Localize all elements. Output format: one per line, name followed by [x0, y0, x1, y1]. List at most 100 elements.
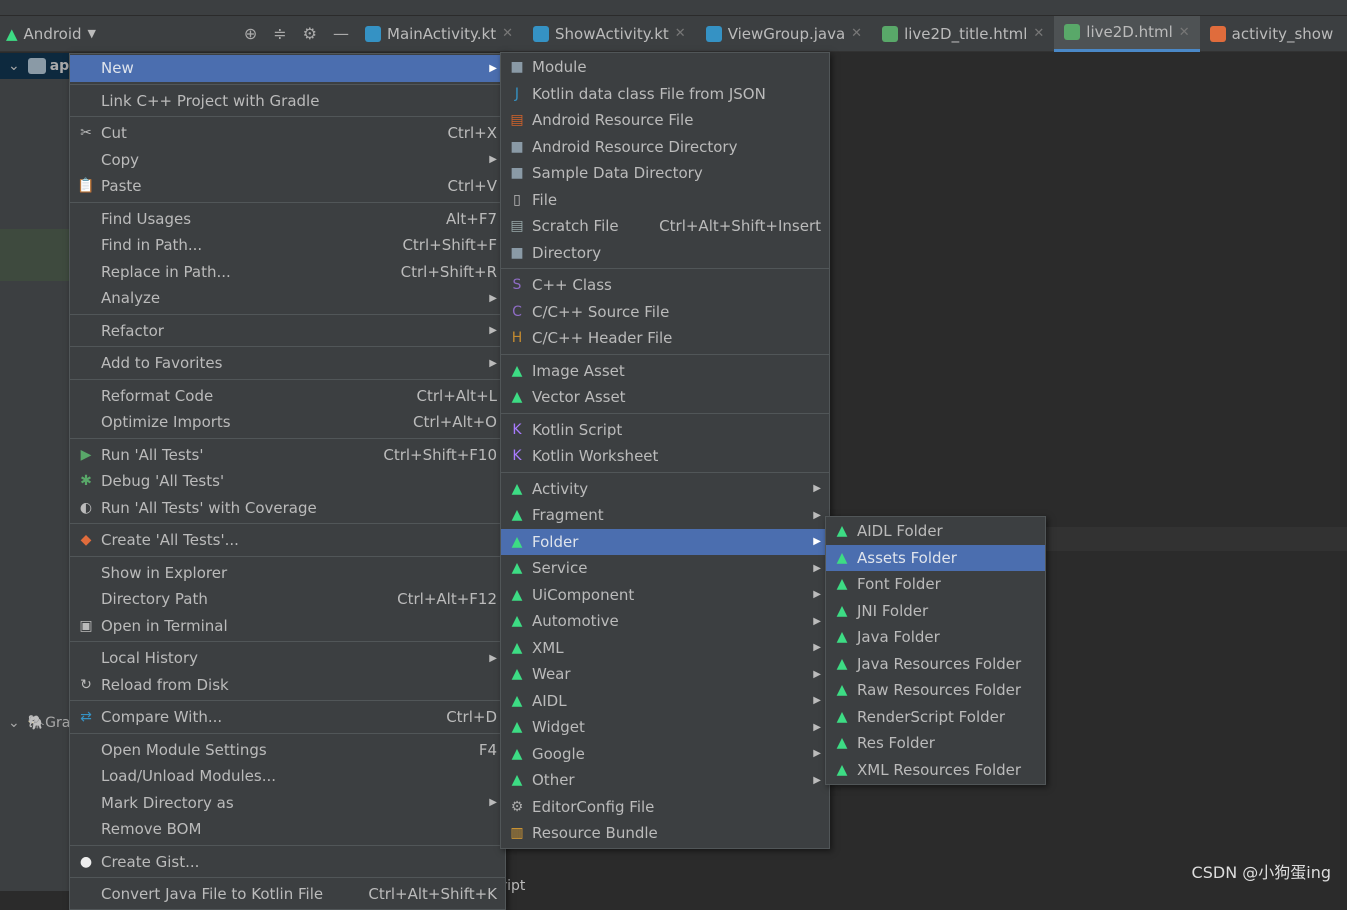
tab-showactivity-kt[interactable]: ShowActivity.kt ✕ [523, 16, 696, 52]
tab-label: MainActivity.kt [387, 24, 497, 43]
menu-item-service[interactable]: ▲ Service ▶ [501, 555, 829, 582]
android-icon: ▲ [511, 745, 523, 762]
menu-item-analyze[interactable]: Analyze ▶ [70, 285, 505, 312]
menu-item-label: JNI Folder [857, 601, 929, 620]
menu-item-uicomponent[interactable]: ▲ UiComponent ▶ [501, 582, 829, 609]
menu-item-google[interactable]: ▲ Google ▶ [501, 741, 829, 768]
menu-item-remove-bom[interactable]: Remove BOM [70, 816, 505, 843]
menu-item-add-to-favorites[interactable]: Add to Favorites ▶ [70, 350, 505, 377]
menu-item-raw-resources-folder[interactable]: ▲ Raw Resources Folder [826, 677, 1045, 704]
menu-item-refactor[interactable]: Refactor ▶ [70, 318, 505, 345]
menu-item-xml-resources-folder[interactable]: ▲ XML Resources Folder [826, 757, 1045, 784]
tab-activity-show[interactable]: activity_show [1200, 16, 1344, 52]
menu-item-activity[interactable]: ▲ Activity ▶ [501, 476, 829, 503]
menu-item-debug-all-tests[interactable]: ✱ Debug 'All Tests' [70, 468, 505, 495]
blank-icon [76, 263, 96, 281]
menu-item-kotlin-script[interactable]: K Kotlin Script [501, 417, 829, 444]
menu-item-automotive[interactable]: ▲ Automotive ▶ [501, 608, 829, 635]
tree-item[interactable] [0, 255, 69, 281]
menu-item-find-usages[interactable]: Find Usages Alt+F7 [70, 206, 505, 233]
menu-item-convert-java-file-to-kotlin-file[interactable]: Convert Java File to Kotlin File Ctrl+Alt… [70, 881, 505, 908]
tab-live2d-html[interactable]: live2D.html ✕ [1054, 15, 1200, 52]
menu-item-paste[interactable]: 📋 Paste Ctrl+V [70, 173, 505, 200]
submenu-arrow-icon: ▶ [489, 797, 497, 809]
menu-item-directory[interactable]: ■ Directory [501, 240, 829, 267]
menu-item-local-history[interactable]: Local History ▶ [70, 645, 505, 672]
menu-item-jni-folder[interactable]: ▲ JNI Folder [826, 598, 1045, 625]
menu-item-renderscript-folder[interactable]: ▲ RenderScript Folder [826, 704, 1045, 731]
menu-item-other[interactable]: ▲ Other ▶ [501, 767, 829, 794]
menu-item-mark-directory-as[interactable]: Mark Directory as ▶ [70, 790, 505, 817]
menu-item-load-unload-modules[interactable]: Load/Unload Modules... [70, 763, 505, 790]
menu-item-editorconfig-file[interactable]: ⚙ EditorConfig File [501, 794, 829, 821]
close-icon[interactable]: ✕ [1033, 26, 1044, 41]
submenu-arrow-icon: ▶ [813, 562, 821, 574]
shortcut: Ctrl+Shift+F10 [383, 445, 497, 464]
menu-item-cut[interactable]: ✂ Cut Ctrl+X [70, 120, 505, 147]
menu-item-c-c-header-file[interactable]: H C/C++ Header File [501, 325, 829, 352]
menu-item-res-folder[interactable]: ▲ Res Folder [826, 730, 1045, 757]
menu-item-find-in-path[interactable]: Find in Path... Ctrl+Shift+F [70, 232, 505, 259]
menu-item-label: Add to Favorites [101, 354, 223, 373]
menu-item-copy[interactable]: Copy ▶ [70, 147, 505, 174]
menu-item-run-all-tests[interactable]: ▶ Run 'All Tests' Ctrl+Shift+F10 [70, 442, 505, 469]
menu-item-android-resource-directory[interactable]: ■ Android Resource Directory [501, 134, 829, 161]
menu-item-new[interactable]: New ▶ [70, 55, 505, 82]
menu-item-c-c-source-file[interactable]: C C/C++ Source File [501, 299, 829, 326]
menu-item-font-folder[interactable]: ▲ Font Folder [826, 571, 1045, 598]
gear-icon[interactable]: ⚙ [303, 24, 317, 43]
menu-item-open-module-settings[interactable]: Open Module Settings F4 [70, 737, 505, 764]
menu-item-kotlin-data-class-file-from-json[interactable]: J Kotlin data class File from JSON [501, 81, 829, 108]
menu-item-optimize-imports[interactable]: Optimize Imports Ctrl+Alt+O [70, 409, 505, 436]
menu-item-image-asset[interactable]: ▲ Image Asset [501, 358, 829, 385]
close-icon[interactable]: ✕ [1179, 25, 1190, 40]
menu-item-file[interactable]: ▯ File [501, 187, 829, 214]
menu-item-kotlin-worksheet[interactable]: K Kotlin Worksheet [501, 443, 829, 470]
close-icon[interactable]: ✕ [675, 26, 686, 41]
menu-item-widget[interactable]: ▲ Widget ▶ [501, 714, 829, 741]
menu-item-reformat-code[interactable]: Reformat Code Ctrl+Alt+L [70, 383, 505, 410]
close-icon[interactable]: ✕ [502, 26, 513, 41]
locate-icon[interactable]: ⊕ [244, 24, 257, 43]
menu-item-module[interactable]: ■ Module [501, 54, 829, 81]
menu-item-scratch-file[interactable]: ▤ Scratch File Ctrl+Alt+Shift+Insert [501, 213, 829, 240]
menu-item-folder[interactable]: ▲ Folder ▶ [501, 528, 829, 555]
menu-item-label: Remove BOM [101, 820, 202, 839]
menu-item-c-class[interactable]: S C++ Class [501, 272, 829, 299]
menu-item-run-all-tests-with-coverage[interactable]: ◐ Run 'All Tests' with Coverage [70, 495, 505, 522]
menu-item-show-in-explorer[interactable]: Show in Explorer [70, 560, 505, 587]
project-view-selector[interactable]: ▲ Android ▼ ⊕ ≑ ⚙ — [0, 24, 355, 43]
minimize-icon[interactable]: — [333, 24, 349, 43]
menu-item-link-c-project-with-gradle[interactable]: Link C++ Project with Gradle [70, 88, 505, 115]
menu-item-open-in-terminal[interactable]: ▣ Open in Terminal [70, 613, 505, 640]
menu-item-label: Assets Folder [857, 548, 957, 567]
tab-live2d-title-html[interactable]: live2D_title.html ✕ [872, 16, 1054, 52]
menu-item-xml[interactable]: ▲ XML ▶ [501, 635, 829, 662]
tab-viewgroup-java[interactable]: ViewGroup.java ✕ [696, 16, 872, 52]
menu-item-compare-with[interactable]: ⇄ Compare With... Ctrl+D [70, 704, 505, 731]
menu-item-fragment[interactable]: ▲ Fragment ▶ [501, 502, 829, 529]
menu-item-aidl[interactable]: ▲ AIDL ▶ [501, 688, 829, 715]
menu-item-assets-folder[interactable]: ▲ Assets Folder [826, 544, 1045, 571]
android-folder-icon: ▲ [836, 735, 848, 752]
submenu-arrow-icon: ▶ [489, 325, 497, 337]
tab-mainactivity-kt[interactable]: MainActivity.kt ✕ [355, 16, 523, 52]
menu-item-java-folder[interactable]: ▲ Java Folder [826, 624, 1045, 651]
menu-item-java-resources-folder[interactable]: ▲ Java Resources Folder [826, 651, 1045, 678]
blank-icon [76, 590, 96, 608]
menu-item-wear[interactable]: ▲ Wear ▶ [501, 661, 829, 688]
menu-item-android-resource-file[interactable]: ▤ Android Resource File [501, 107, 829, 134]
menu-item-create-gist[interactable]: ● Create Gist... [70, 849, 505, 876]
menu-item-label: Directory Path [101, 590, 208, 609]
menu-item-replace-in-path[interactable]: Replace in Path... Ctrl+Shift+R [70, 259, 505, 286]
tree-item[interactable] [0, 229, 69, 255]
menu-item-aidl-folder[interactable]: ▲ AIDL Folder [826, 518, 1045, 545]
menu-item-vector-asset[interactable]: ▲ Vector Asset [501, 384, 829, 411]
menu-item-sample-data-directory[interactable]: ■ Sample Data Directory [501, 160, 829, 187]
menu-item-create-all-tests[interactable]: ◆ Create 'All Tests'... [70, 527, 505, 554]
menu-item-resource-bundle[interactable]: ▥ Resource Bundle [501, 820, 829, 847]
close-icon[interactable]: ✕ [851, 26, 862, 41]
menu-item-reload-from-disk[interactable]: ↻ Reload from Disk [70, 672, 505, 699]
collapse-all-icon[interactable]: ≑ [273, 24, 286, 43]
menu-item-directory-path[interactable]: Directory Path Ctrl+Alt+F12 [70, 586, 505, 613]
